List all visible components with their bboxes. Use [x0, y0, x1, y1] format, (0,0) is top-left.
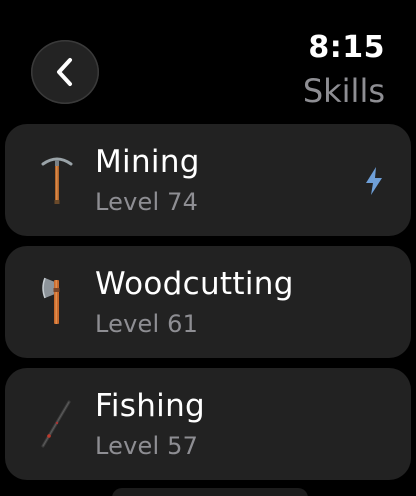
axe-icon: [42, 277, 60, 324]
skill-level: Level 57: [95, 432, 199, 460]
skill-row-fishing[interactable]: Fishing Level 57: [5, 368, 411, 480]
page-title: Skills: [302, 72, 385, 110]
skills-list: Mining Level 74 Woodcutting Level 61 Fis…: [5, 124, 411, 490]
back-button[interactable]: [31, 40, 99, 104]
clock-time: 8:15: [308, 30, 385, 65]
pickaxe-icon: [41, 157, 73, 204]
skill-row-mining[interactable]: Mining Level 74: [5, 124, 411, 236]
skill-row-woodcutting[interactable]: Woodcutting Level 61: [5, 246, 411, 358]
skill-level: Level 74: [95, 188, 199, 216]
skill-name: Woodcutting: [95, 266, 294, 302]
skill-name: Fishing: [95, 388, 206, 424]
skill-name: Mining: [95, 144, 200, 180]
fishing-rod-icon: [41, 400, 71, 448]
skill-level: Level 61: [95, 310, 199, 338]
chevron-left-icon: [57, 58, 72, 86]
next-row-peek: [112, 488, 308, 496]
lightning-bolt-icon: [366, 167, 382, 195]
